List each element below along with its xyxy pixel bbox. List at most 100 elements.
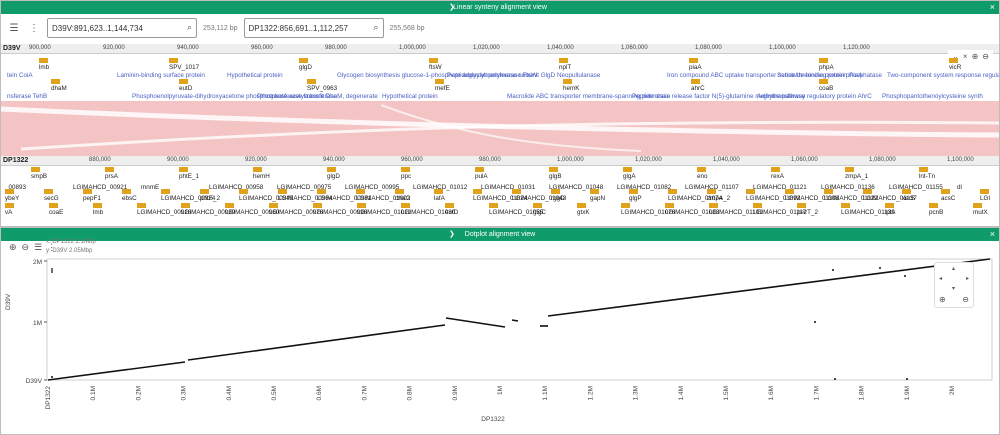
gene-label[interactable]: gtxK <box>577 209 590 216</box>
gene-label[interactable]: Serine/threonine protein phosphatase <box>777 72 882 79</box>
top-location-input[interactable] <box>52 23 192 33</box>
gene-feature[interactable] <box>845 167 854 172</box>
gene-label[interactable]: acsC <box>941 195 955 202</box>
gene-feature[interactable] <box>863 189 872 194</box>
gene-label[interactable]: pepF1 <box>83 195 101 202</box>
gene-feature[interactable] <box>253 167 262 172</box>
gene-label[interactable]: LGIMAHCD_01031 <box>481 184 535 191</box>
gene-feature[interactable] <box>327 167 336 172</box>
gene-feature[interactable] <box>489 203 498 208</box>
gene-feature[interactable] <box>590 189 599 194</box>
gene-feature[interactable] <box>307 79 316 84</box>
gene-feature[interactable] <box>785 189 794 194</box>
pan-up-icon[interactable]: ▴ <box>952 265 955 272</box>
gene-label[interactable]: lmb <box>39 64 49 71</box>
gene-label[interactable]: xerS <box>902 195 915 202</box>
gene-label[interactable]: glgD <box>299 64 312 71</box>
gene-label[interactable]: eutD <box>445 209 458 216</box>
gene-label[interactable]: Phosphate acetyltransferase <box>257 93 337 100</box>
gene-label[interactable]: ppc <box>401 173 411 180</box>
dotplot-titlebar[interactable]: ❯ Dotplot alignment view × <box>1 228 999 241</box>
gene-feature[interactable] <box>200 189 209 194</box>
search-icon[interactable]: ⌕ <box>373 22 378 33</box>
gene-feature[interactable] <box>549 167 558 172</box>
more-vert-icon[interactable]: ⋮ <box>27 21 41 35</box>
gene-feature[interactable] <box>559 58 568 63</box>
gene-label[interactable]: mnmE <box>141 184 159 191</box>
gene-label[interactable]: glgB <box>549 173 562 180</box>
gene-feature[interactable] <box>621 203 630 208</box>
gene-feature[interactable] <box>122 189 131 194</box>
bottom-location-input[interactable] <box>248 23 379 33</box>
search-icon[interactable]: ⌕ <box>187 22 192 33</box>
gene-label[interactable]: LGIMAHCD_00921 <box>73 184 127 191</box>
gene-feature[interactable] <box>885 203 894 208</box>
gene-label[interactable]: SPV_0963 <box>307 85 337 92</box>
gene-label[interactable]: Hypothetical protein <box>382 93 438 100</box>
gene-feature[interactable] <box>797 203 806 208</box>
gene-label[interactable]: lafA <box>434 195 445 202</box>
gene-feature[interactable] <box>278 189 287 194</box>
gene-label[interactable]: dhaG <box>395 195 410 202</box>
gene-label[interactable]: ebsC <box>122 195 137 202</box>
gene-feature[interactable] <box>577 203 586 208</box>
gene-label[interactable]: rexA <box>771 173 784 180</box>
gene-label[interactable]: phtE_2 <box>200 195 220 202</box>
gene-feature[interactable] <box>395 189 404 194</box>
gene-feature[interactable] <box>941 189 950 194</box>
pan-down-icon[interactable]: ▾ <box>952 285 955 292</box>
gene-feature[interactable] <box>137 203 146 208</box>
gene-feature[interactable] <box>434 189 443 194</box>
gene-label[interactable]: pezT_2 <box>797 209 818 216</box>
gene-feature[interactable] <box>691 79 700 84</box>
gene-label[interactable]: eno <box>697 173 708 180</box>
gene-label[interactable]: ftsW <box>429 64 442 71</box>
gene-label[interactable]: LGIMAHCD_00995 <box>345 184 399 191</box>
gene-label[interactable]: hemK <box>563 85 579 92</box>
gene-feature[interactable] <box>401 167 410 172</box>
gene-feature[interactable] <box>709 203 718 208</box>
gene-feature[interactable] <box>317 189 326 194</box>
gene-label[interactable]: nplT <box>559 64 571 71</box>
gene-feature[interactable] <box>473 189 482 194</box>
gene-label[interactable]: pulA <box>475 173 488 180</box>
gene-label[interactable]: mutX <box>973 209 988 216</box>
gene-label[interactable]: LGIMAHCD_00958 <box>209 184 263 191</box>
gene-label[interactable]: ybeY <box>5 195 19 202</box>
gene-feature[interactable] <box>429 58 438 63</box>
top-location-field[interactable]: ⌕ <box>47 18 197 38</box>
gene-feature[interactable] <box>949 58 958 63</box>
gene-feature[interactable] <box>475 167 484 172</box>
gene-label[interactable]: Two-component system response regulat <box>887 72 999 79</box>
gene-label[interactable]: lmb <box>93 209 103 216</box>
gene-feature[interactable] <box>771 167 780 172</box>
gene-label[interactable]: hemH <box>253 173 270 180</box>
gene-feature[interactable] <box>179 79 188 84</box>
gene-feature[interactable] <box>445 203 454 208</box>
gene-feature[interactable] <box>512 189 521 194</box>
gene-label[interactable]: zmpA_2 <box>707 195 730 202</box>
gene-feature[interactable] <box>668 189 677 194</box>
gene-feature[interactable] <box>179 167 188 172</box>
gene-label[interactable]: pcnB <box>929 209 943 216</box>
gene-feature[interactable] <box>973 203 982 208</box>
gene-feature[interactable] <box>51 79 60 84</box>
zoom-out-icon[interactable]: ⊖ <box>962 295 969 304</box>
close-icon[interactable]: × <box>990 228 995 241</box>
gene-feature[interactable] <box>697 167 706 172</box>
gene-label[interactable]: glgP <box>629 195 642 202</box>
gene-label[interactable]: phpA <box>819 64 834 71</box>
gene-label[interactable]: Peptidoglycan polymerase FtsW <box>447 72 537 79</box>
gene-feature[interactable] <box>83 189 92 194</box>
gene-feature[interactable] <box>819 58 828 63</box>
gene-label[interactable]: coaE <box>49 209 63 216</box>
gene-label[interactable]: glgC <box>533 209 546 216</box>
gene-feature[interactable] <box>39 58 48 63</box>
pan-left-icon[interactable]: ◂ <box>939 275 942 282</box>
gene-feature[interactable] <box>161 189 170 194</box>
gene-label[interactable]: Phosphoenolpyruvate-dihydroxyacetone pho… <box>132 93 378 100</box>
gene-label[interactable]: Phosphopantothenoylcysteine synth <box>882 93 983 100</box>
gene-feature[interactable] <box>819 79 828 84</box>
gene-feature[interactable] <box>93 203 102 208</box>
gene-feature[interactable] <box>5 189 14 194</box>
